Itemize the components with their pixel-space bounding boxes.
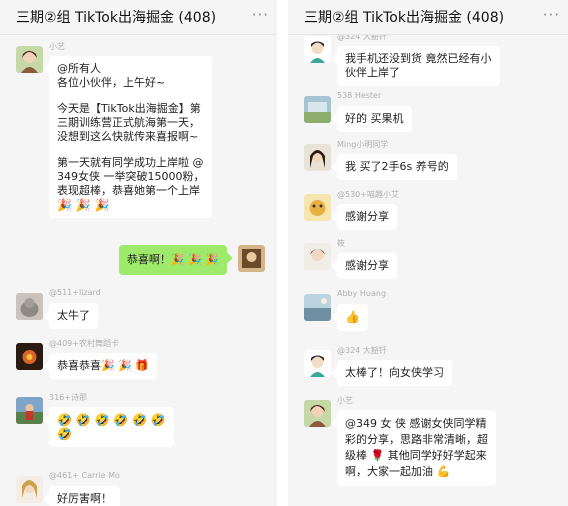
avatar[interactable]: [304, 294, 331, 321]
sender-name: Abby Huang: [337, 289, 387, 298]
avatar[interactable]: [304, 96, 331, 123]
more-icon[interactable]: ···: [543, 6, 560, 24]
message-text: 恭喜啊！🎉 🎉 🎉: [126, 253, 219, 266]
avatar[interactable]: [16, 397, 43, 424]
avatar[interactable]: [304, 243, 331, 270]
message-text: 恭喜恭喜🎉 🎉 🎁: [57, 359, 150, 372]
message-line: 三期训练营正式航海第一天，: [57, 116, 200, 129]
avatar[interactable]: [304, 350, 331, 377]
avatar[interactable]: [16, 476, 43, 503]
avatar[interactable]: [16, 46, 43, 73]
avatar[interactable]: [238, 245, 265, 272]
message-line: 今天是【TikTok出海掘金】第: [57, 102, 201, 115]
message-bubble[interactable]: 🤣 🤣 🤣 🤣 🤣 🤣 🤣: [49, 407, 174, 447]
message-line: 没想到这么快就传来喜报啊~: [57, 130, 199, 143]
message-line: 伙伴上岸了: [345, 66, 400, 79]
sender-name: @530+喵趣小艾: [337, 190, 399, 199]
message-bubble[interactable]: 我 买了2手6s 养号的: [337, 154, 457, 180]
message-line: 啊，大家一起加油 💪: [345, 465, 451, 478]
message-bubble[interactable]: 好的 买果机: [337, 106, 412, 132]
message-line: 我手机还没到货 竟然已经有小: [345, 52, 492, 65]
message-bubble[interactable]: 恭喜啊！🎉 🎉 🎉: [118, 245, 227, 275]
chat-title: 三期②组 TikTok出海掘金 (408): [16, 10, 217, 26]
message-bubble[interactable]: 太牛了: [49, 303, 98, 329]
thumbs-up-icon: 👍: [345, 310, 360, 324]
rofl-emoji-icon: 🤣 🤣 🤣 🤣 🤣 🤣: [57, 413, 166, 427]
more-icon[interactable]: ···: [252, 6, 269, 24]
sender-name: 538 Hester: [337, 91, 382, 100]
message-bubble[interactable]: 我手机还没到货 竟然已经有小 伙伴上岸了: [337, 46, 500, 86]
rofl-emoji-icon: 🤣: [57, 427, 72, 441]
avatar[interactable]: [304, 194, 331, 221]
message-text: 我 买了2手6s 养号的: [345, 160, 449, 173]
message-bubble[interactable]: @349 女 侠 感谢女侠同学精 彩的分享，思路非常清晰，超 级棒 🌹 其他同学…: [337, 410, 496, 486]
sender-name: @409+农村舞蹈卡: [49, 339, 119, 348]
message-line: 第一天就有同学成功上岸啦 @: [57, 156, 204, 169]
chat-header: 三期②组 TikTok出海掘金 (408) ···: [288, 0, 568, 35]
message-bubble[interactable]: @所有人 各位小伙伴，上午好~ 今天是【TikTok出海掘金】第 三期训练营正式…: [49, 56, 213, 218]
message-text: 感谢分享: [345, 210, 389, 223]
message-bubble[interactable]: 👍: [337, 304, 368, 331]
message-text: 太棒了！向女侠学习: [345, 366, 444, 379]
avatar[interactable]: [16, 293, 43, 320]
message-line: 彩的分享，思路非常清晰，超: [345, 433, 488, 446]
message-text: 太牛了: [57, 309, 90, 322]
sender-name: 小艺: [337, 396, 353, 405]
right-chat-window: 三期②组 TikTok出海掘金 (408) ··· @324 大豁钎 我手机还没…: [288, 0, 568, 506]
message-line: @349 女 侠 感谢女侠同学精: [345, 417, 487, 430]
sender-name: 筱: [337, 239, 345, 248]
sender-name: Ming小明同学: [337, 140, 389, 149]
chat-title: 三期②组 TikTok出海掘金 (408): [304, 10, 505, 26]
message-bubble[interactable]: 感谢分享: [337, 253, 397, 279]
left-chat-window: 三期②组 TikTok出海掘金 (408) ··· 小艺 @所有人 各位小伙伴，…: [0, 0, 277, 506]
message-line: 各位小伙伴，上午好~: [57, 76, 166, 89]
avatar[interactable]: [16, 343, 43, 370]
sender-name: @461+ Carrie Mo: [49, 471, 120, 480]
sender-name: @511+lizard: [49, 288, 101, 297]
message-line: 级棒 🌹 其他同学好好学起来: [345, 449, 487, 462]
message-bubble[interactable]: 恭喜恭喜🎉 🎉 🎁: [49, 353, 158, 379]
message-bubble[interactable]: 感谢分享: [337, 204, 397, 230]
sender-name: @324 大豁钎: [337, 346, 387, 355]
chat-header: 三期②组 TikTok出海掘金 (408) ···: [0, 0, 277, 35]
message-line: 349女侠 一举突破15000粉，: [57, 170, 205, 183]
sender-name: 小艺: [49, 42, 65, 51]
avatar[interactable]: [304, 144, 331, 171]
message-text: 好的 买果机: [345, 112, 404, 125]
message-text: 好厉害啊！: [57, 492, 112, 505]
message-bubble[interactable]: 太棒了！向女侠学习: [337, 360, 452, 386]
message-text: 感谢分享: [345, 259, 389, 272]
party-popper-icon: 🎉 🎉 🎉: [57, 198, 110, 212]
avatar[interactable]: [304, 400, 331, 427]
message-bubble[interactable]: 好厉害啊！: [49, 486, 120, 506]
sender-name: 316+诗那: [49, 393, 87, 402]
avatar[interactable]: [304, 36, 331, 63]
message-line: 表现超棒，恭喜她第一个上岸: [57, 184, 200, 197]
message-line: @所有人: [57, 62, 101, 75]
